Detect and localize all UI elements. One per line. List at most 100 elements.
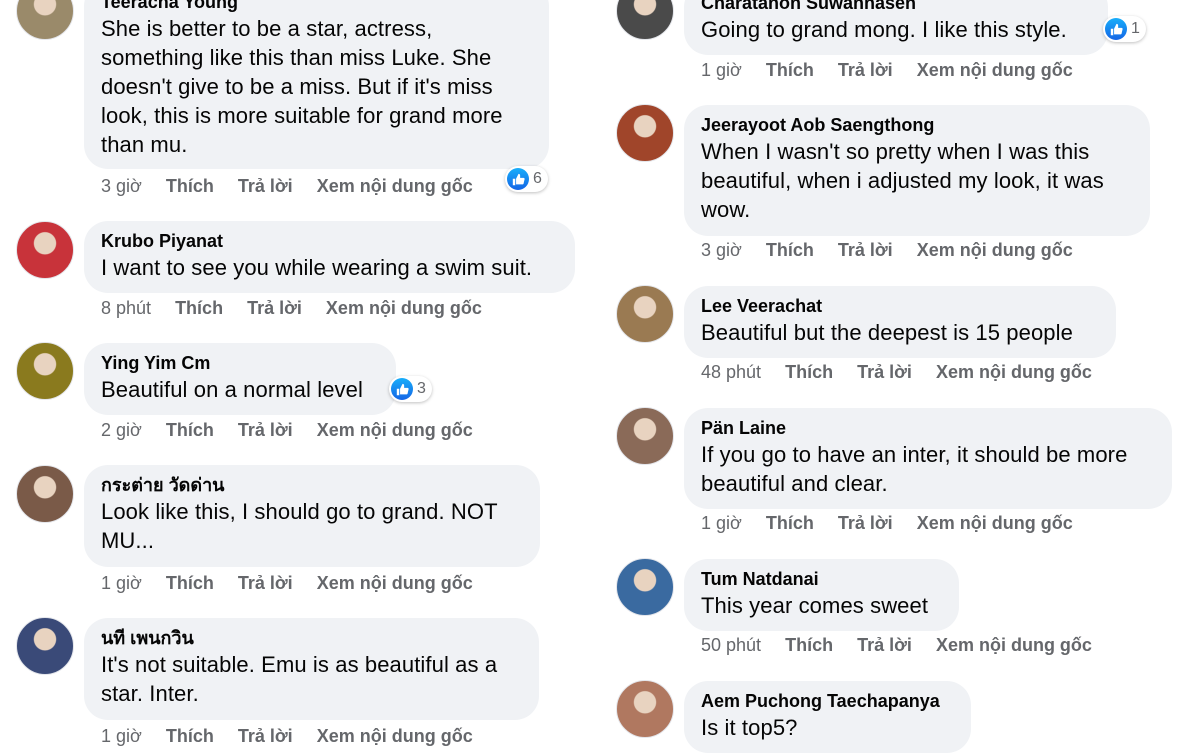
like-link[interactable]: Thích [766, 240, 814, 260]
comment-text-line: When I wasn't so pretty when I was this [701, 139, 1090, 164]
comment-bubble: Charatanon Suwannasen Going to grand mon… [684, 0, 1108, 55]
see-original-link[interactable]: Xem nội dung gốc [317, 726, 473, 746]
avatar[interactable] [16, 221, 74, 279]
avatar[interactable] [16, 342, 74, 400]
comment-column-right: Charatanon Suwannasen Going to grand mon… [600, 0, 1200, 753]
comment-text-line: star. Inter. [101, 681, 199, 706]
thumbs-up-icon [507, 168, 529, 190]
avatar[interactable] [616, 407, 674, 465]
comment-text-line: MU... [101, 528, 155, 553]
comment-time[interactable]: 8 phút [101, 298, 151, 318]
comment-author[interactable]: Pän Laine [701, 416, 1154, 440]
avatar[interactable] [16, 617, 74, 675]
reply-link[interactable]: Trả lời [857, 362, 912, 382]
reply-link[interactable]: Trả lời [238, 420, 293, 440]
reaction-badge[interactable]: 6 [505, 166, 548, 192]
comment-text-line: She is better to be a star, actress, [101, 16, 433, 41]
reaction-count: 3 [417, 380, 426, 397]
comment-actions: 48 phút Thích Trả lời Xem nội dung gốc [701, 360, 1111, 384]
avatar[interactable] [616, 680, 674, 738]
comment-bubble: Aem Puchong Taechapanya Is it top5? [684, 681, 971, 753]
like-link[interactable]: Thích [175, 298, 223, 318]
comment-time[interactable]: 48 phút [701, 362, 761, 382]
comment-bubble: กระต่าย วัดด่าน Look like this, I should… [84, 465, 540, 567]
comment-actions: 3 giờ Thích Trả lời Xem nội dung gốc [101, 174, 492, 198]
avatar[interactable] [16, 0, 74, 40]
see-original-link[interactable]: Xem nội dung gốc [917, 60, 1073, 80]
comment-author[interactable]: Lee Veerachat [701, 294, 1098, 318]
comment-actions: 1 giờ Thích Trả lời Xem nội dung gốc [701, 58, 1092, 82]
like-link[interactable]: Thích [785, 635, 833, 655]
thumbs-up-icon [1105, 18, 1127, 40]
avatar[interactable] [616, 0, 674, 40]
like-link[interactable]: Thích [166, 726, 214, 746]
reply-link[interactable]: Trả lời [238, 176, 293, 196]
comment-author[interactable]: Krubo Piyanat [101, 229, 557, 253]
see-original-link[interactable]: Xem nội dung gốc [326, 298, 482, 318]
comment-text-line: wow. [701, 197, 751, 222]
comment-author[interactable]: Charatanon Suwannasen [701, 0, 1090, 15]
comment-time[interactable]: 2 giờ [101, 420, 142, 440]
comment-text-line: something like this than miss Luke. She [101, 45, 492, 70]
comment-bubble: Krubo Piyanat I want to see you while we… [84, 221, 575, 293]
see-original-link[interactable]: Xem nội dung gốc [317, 420, 473, 440]
comment-author[interactable]: Ying Yim Cm [101, 351, 378, 375]
reply-link[interactable]: Trả lời [238, 726, 293, 746]
comment-actions: 1 giờ Thích Trả lời Xem nội dung gốc [101, 724, 492, 748]
comment-time[interactable]: 1 giờ [101, 726, 142, 746]
comment-time[interactable]: 1 giờ [701, 60, 742, 80]
comment-text-line: Is it top5? [701, 715, 798, 740]
comment-text-line: It's not suitable. Emu is as beautiful a… [101, 652, 498, 677]
reaction-badge[interactable]: 1 [1103, 16, 1146, 42]
comment-time[interactable]: 50 phút [701, 635, 761, 655]
reaction-count: 6 [533, 170, 542, 187]
comment-bubble: Pän Laine If you go to have an inter, it… [684, 408, 1172, 509]
comment-author[interactable]: Teeracha Young [101, 0, 531, 14]
reaction-count: 1 [1131, 20, 1140, 37]
see-original-link[interactable]: Xem nội dung gốc [936, 635, 1092, 655]
comment-author[interactable]: Tum Natdanai [701, 567, 941, 591]
comment-time[interactable]: 1 giờ [701, 513, 742, 533]
see-original-link[interactable]: Xem nội dung gốc [917, 240, 1073, 260]
comment-text-line: This year comes sweet [701, 593, 929, 618]
reply-link[interactable]: Trả lời [838, 513, 893, 533]
comment-text-line: If you go to have an inter, it should be… [701, 442, 1128, 467]
comment-column-left: Teeracha Young She is better to be a sta… [0, 0, 600, 753]
comment-author[interactable]: Jeerayoot Aob Saengthong [701, 113, 1132, 137]
comment-time[interactable]: 3 giờ [101, 176, 142, 196]
like-link[interactable]: Thích [166, 176, 214, 196]
like-link[interactable]: Thích [766, 513, 814, 533]
comment-text-line: I want to see you while wearing a swim s… [101, 255, 533, 280]
see-original-link[interactable]: Xem nội dung gốc [317, 176, 473, 196]
comment-time[interactable]: 3 giờ [701, 240, 742, 260]
comment-time[interactable]: 1 giờ [101, 573, 142, 593]
like-link[interactable]: Thích [166, 420, 214, 440]
comment-text-line: doesn't give to be a miss. But if it's m… [101, 74, 493, 99]
comment-bubble: Lee Veerachat Beautiful but the deepest … [684, 286, 1116, 358]
reply-link[interactable]: Trả lời [838, 60, 893, 80]
see-original-link[interactable]: Xem nội dung gốc [917, 513, 1073, 533]
see-original-link[interactable]: Xem nội dung gốc [317, 573, 473, 593]
thumbs-up-icon [391, 378, 413, 400]
comment-author[interactable]: กระต่าย วัดด่าน [101, 473, 522, 497]
avatar[interactable] [16, 465, 74, 523]
comment-text-line: Look like this, I should go to grand. NO… [101, 499, 498, 524]
avatar[interactable] [616, 285, 674, 343]
reply-link[interactable]: Trả lời [857, 635, 912, 655]
comment-actions: 3 giờ Thích Trả lời Xem nội dung gốc [701, 238, 1092, 262]
reply-link[interactable]: Trả lời [838, 240, 893, 260]
like-link[interactable]: Thích [785, 362, 833, 382]
like-link[interactable]: Thích [766, 60, 814, 80]
avatar[interactable] [616, 558, 674, 616]
comment-actions: 2 giờ Thích Trả lời Xem nội dung gốc [101, 418, 492, 442]
comment-author[interactable]: Aem Puchong Taechapanya [701, 689, 953, 713]
see-original-link[interactable]: Xem nội dung gốc [936, 362, 1092, 382]
reaction-badge[interactable]: 3 [389, 376, 432, 402]
comment-text-line: Beautiful but the deepest is 15 people [701, 320, 1073, 345]
avatar[interactable] [616, 104, 674, 162]
comment-actions: 1 giờ Thích Trả lời Xem nội dung gốc [101, 571, 492, 595]
comment-author[interactable]: นที เพนกวิน [101, 626, 521, 650]
reply-link[interactable]: Trả lời [238, 573, 293, 593]
reply-link[interactable]: Trả lời [247, 298, 302, 318]
like-link[interactable]: Thích [166, 573, 214, 593]
